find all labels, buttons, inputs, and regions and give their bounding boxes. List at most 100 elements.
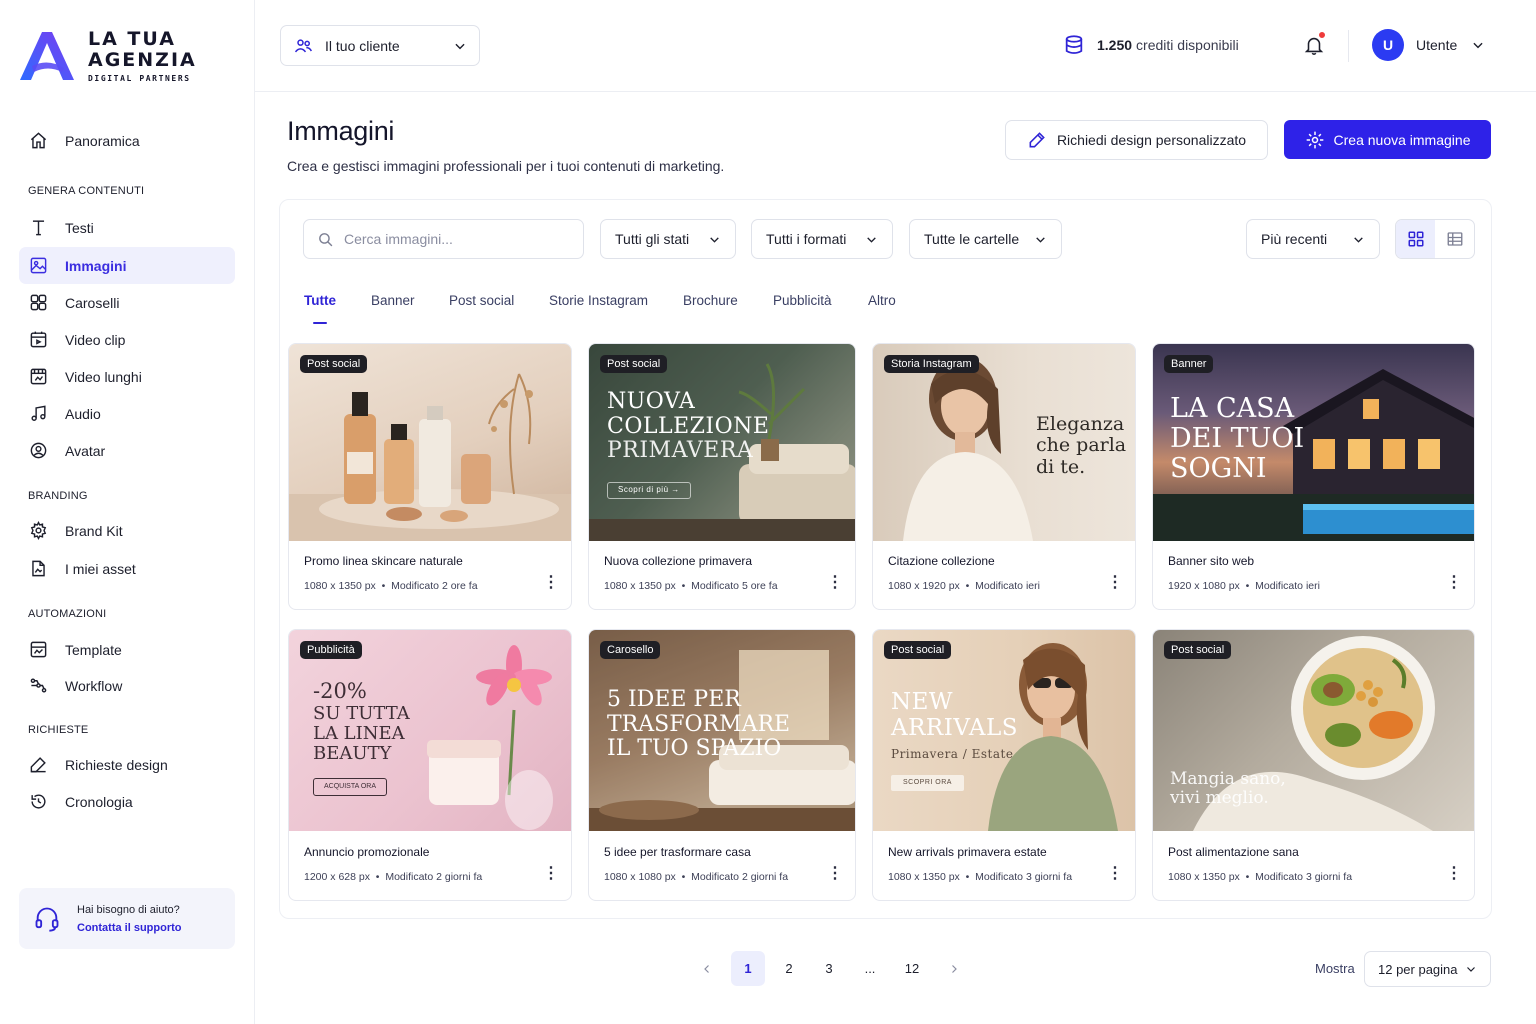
client-selector[interactable]: Il tuo cliente: [280, 25, 480, 66]
sidebar-item-cronologia[interactable]: Cronologia: [19, 783, 235, 820]
sidebar-item-avatar[interactable]: Avatar: [19, 432, 235, 469]
sidebar-item-label: Immagini: [65, 257, 127, 274]
image-card[interactable]: Post social Promo linea skincare natural…: [288, 343, 572, 610]
status-filter-label: Tutti gli stati: [615, 231, 690, 247]
card-title: New arrivals primavera estate: [888, 845, 1047, 859]
card-menu-button[interactable]: ⋮: [827, 575, 843, 591]
sidebar-item-caroselli[interactable]: Caroselli: [19, 284, 235, 321]
card-meta: 1080 x 1350 px • Modificato 3 giorni fa: [888, 871, 1073, 883]
overlay-line: DEI TUOI: [1170, 423, 1305, 455]
notifications-button[interactable]: [1303, 31, 1326, 62]
tab-banner[interactable]: Banner: [371, 293, 415, 308]
support-link[interactable]: Contatta il supporto: [77, 922, 182, 934]
user-menu[interactable]: U Utente: [1372, 29, 1485, 61]
image-card[interactable]: Eleganza che parla di te. Storia Instagr…: [872, 343, 1136, 610]
folder-filter-label: Tutte le cartelle: [924, 231, 1020, 247]
page-button[interactable]: 2: [772, 951, 806, 986]
image-card[interactable]: NUOVA COLLEZIONE PRIMAVERA Scopri di più…: [588, 343, 856, 610]
next-page-button[interactable]: [937, 951, 971, 986]
sidebar-item-video-lunghi[interactable]: Video lunghi: [19, 358, 235, 395]
grid-view-icon: [1408, 231, 1423, 247]
sidebar-item-label: Testi: [65, 219, 94, 236]
create-image-button[interactable]: Crea nuova immagine: [1284, 120, 1491, 159]
gear-icon: [30, 521, 47, 540]
list-view-button[interactable]: [1435, 220, 1474, 258]
request-design-button[interactable]: Richiedi design personalizzato: [1005, 120, 1268, 160]
overlay-text: Eleganza che parla di te.: [1036, 413, 1126, 478]
card-badge: Post social: [300, 355, 368, 373]
view-toggle: [1395, 219, 1475, 259]
card-menu-button[interactable]: ⋮: [1107, 866, 1123, 882]
card-modified: Modificato ieri: [1255, 580, 1320, 592]
sidebar-item-immagini[interactable]: Immagini: [19, 247, 235, 284]
chevron-down-icon: [1036, 236, 1045, 243]
page-button[interactable]: 12: [895, 951, 929, 986]
overlay-line: NUOVA: [607, 389, 696, 414]
grid-icon: [30, 294, 47, 311]
sidebar-item-richieste-design[interactable]: Richieste design: [19, 746, 235, 783]
notification-dot: [1318, 31, 1326, 39]
pencil-icon: [1029, 132, 1045, 148]
prev-page-button[interactable]: [690, 951, 724, 986]
image-card[interactable]: NEW ARRIVALS Primavera / Estate SCOPRI O…: [872, 629, 1136, 901]
tab-storie-instagram[interactable]: Storie Instagram: [549, 293, 648, 308]
overlay-line: Eleganza: [1036, 413, 1125, 435]
image-card[interactable]: -20% SU TUTTA LA LINEA BEAUTY ACQUISTA O…: [288, 629, 572, 901]
card-title: Promo linea skincare naturale: [304, 554, 463, 568]
tab-post-social[interactable]: Post social: [449, 293, 514, 308]
section-title-genera: GENERA CONTENUTI: [28, 185, 145, 197]
overlay-text: NEW ARRIVALS Primavera / Estate SCOPRI O…: [891, 689, 1018, 791]
search-input[interactable]: Cerca immagini...: [303, 219, 584, 259]
overlay-text: -20% SU TUTTA LA LINEA BEAUTY ACQUISTA O…: [313, 679, 410, 796]
sidebar-item-template[interactable]: Template: [19, 631, 235, 668]
page-subtitle: Crea e gestisci immagini professionali p…: [287, 158, 725, 174]
tab-tutte[interactable]: Tutte: [304, 293, 336, 308]
grid-view-button[interactable]: [1396, 220, 1435, 258]
format-filter-label: Tutti i formati: [766, 231, 847, 247]
card-menu-button[interactable]: ⋮: [1446, 575, 1462, 591]
page-button[interactable]: 1: [731, 951, 765, 986]
tab-altro[interactable]: Altro: [868, 293, 896, 308]
card-menu-button[interactable]: ⋮: [1446, 866, 1462, 882]
music-icon: [31, 405, 46, 421]
card-meta: 1920 x 1080 px • Modificato ieri: [1168, 580, 1320, 592]
sidebar-item-asset[interactable]: I miei asset: [19, 550, 235, 587]
folder-filter[interactable]: Tutte le cartelle: [909, 219, 1062, 259]
card-menu-button[interactable]: ⋮: [827, 866, 843, 882]
card-modified: Modificato 3 giorni fa: [975, 871, 1073, 883]
overlay-line: PRIMAVERA: [607, 438, 754, 464]
card-title: Annuncio promozionale: [304, 845, 430, 859]
sort-select[interactable]: Più recenti: [1246, 219, 1380, 259]
card-size: 1920 x 1080 px: [1168, 580, 1240, 592]
tab-pubblicita[interactable]: Pubblicità: [773, 293, 832, 308]
credits-indicator[interactable]: 1.250 crediti disponibili: [1063, 34, 1239, 56]
sidebar-item-workflow[interactable]: Workflow: [19, 667, 235, 704]
card-modified: Modificato ieri: [975, 580, 1040, 592]
per-page-select[interactable]: 12 per pagina: [1364, 951, 1491, 987]
card-size: 1080 x 1920 px: [888, 580, 960, 592]
overlay-line: NEW: [891, 689, 954, 715]
sidebar-item-video-clip[interactable]: Video clip: [19, 321, 235, 358]
brand-logo[interactable]: LA TUA AGENZIA DIGITAL PARTNERS: [18, 28, 197, 83]
card-menu-button[interactable]: ⋮: [1107, 575, 1123, 591]
card-badge: Carosello: [600, 641, 661, 659]
tab-brochure[interactable]: Brochure: [683, 293, 738, 308]
card-menu-button[interactable]: ⋮: [543, 575, 559, 591]
overlay-line: SOGNI: [1170, 453, 1267, 485]
page-button[interactable]: 3: [812, 951, 846, 986]
sidebar-item-label: Template: [65, 641, 122, 658]
card-menu-button[interactable]: ⋮: [543, 866, 559, 882]
sidebar-item-testi[interactable]: Testi: [19, 209, 235, 246]
sidebar-item-audio[interactable]: Audio: [19, 395, 235, 432]
image-card[interactable]: LA CASA DEI TUOI SOGNI Banner Banner sit…: [1152, 343, 1475, 610]
image-card[interactable]: Mangia sano, vivi meglio. Post social Po…: [1152, 629, 1475, 901]
sparkle-icon: [1306, 131, 1323, 148]
active-tab-indicator: [313, 322, 327, 324]
sidebar-item-panoramica[interactable]: Panoramica: [19, 122, 235, 159]
status-filter[interactable]: Tutti gli stati: [600, 219, 736, 259]
card-badge: Post social: [884, 641, 952, 659]
format-filter[interactable]: Tutti i formati: [751, 219, 893, 259]
sidebar-item-brand-kit[interactable]: Brand Kit: [19, 512, 235, 549]
image-card[interactable]: 5 IDEE PER TRASFORMARE IL TUO SPAZIO Car…: [588, 629, 856, 901]
per-page-label: Mostra: [1315, 961, 1355, 976]
